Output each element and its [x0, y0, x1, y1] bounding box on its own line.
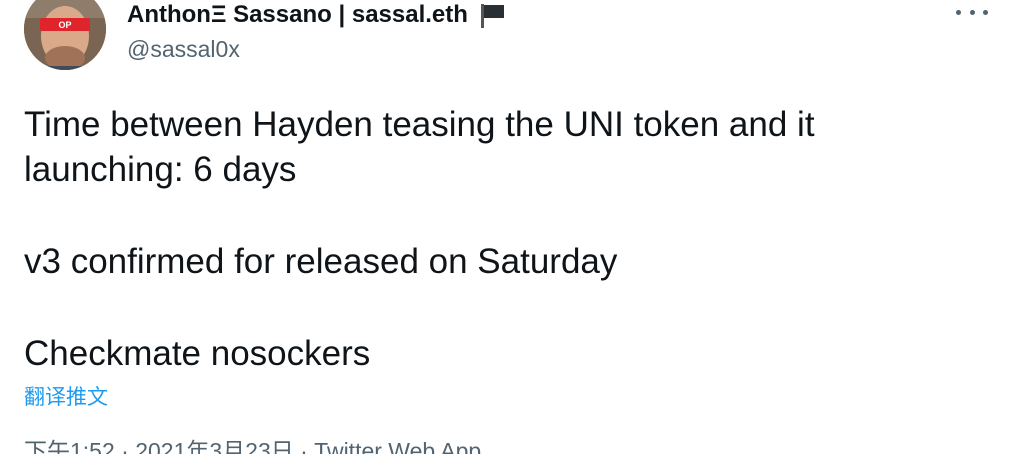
tweet-text-line-1: Time between Hayden teasing the UNI toke… — [24, 105, 815, 144]
display-name[interactable]: AnthonΞ Sassano | sassal.eth — [127, 1, 506, 29]
tweet-text-line-2: launching: 6 days — [24, 150, 297, 189]
black-flag-icon — [478, 2, 506, 28]
tweet-text-line-4: Checkmate nosockers — [24, 334, 371, 373]
avatar[interactable]: OP — [24, 0, 106, 70]
display-name-text: AnthonΞ Sassano | sassal.eth — [127, 1, 468, 28]
avatar-badge-text: OP — [58, 20, 71, 30]
avatar-photo: OP — [24, 0, 106, 70]
user-handle[interactable]: @sassal0x — [127, 36, 240, 63]
tweet-text-line-3: v3 confirmed for released on Saturday — [24, 242, 618, 281]
more-options-icon[interactable] — [956, 2, 988, 22]
tweet-card: OP AnthonΞ Sassano | sassal.eth @sassal0… — [0, 0, 1018, 454]
tweet-timestamp[interactable]: 下午1:52 · 2021年3月23日 · Twitter Web App — [24, 432, 481, 454]
translate-tweet-link[interactable]: 翻译推文 — [24, 381, 108, 411]
